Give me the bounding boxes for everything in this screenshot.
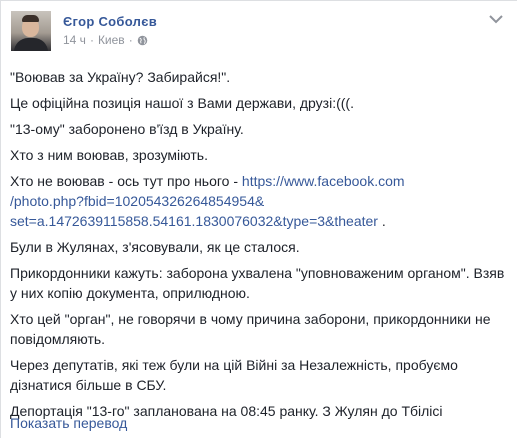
photo-link-line1[interactable]: https://www.facebook.com <box>242 173 405 189</box>
post-paragraph: Прикордонники кажуть: заборона ухвалена … <box>10 265 505 301</box>
globe-icon[interactable] <box>137 35 148 46</box>
post-meta: 14 ч · Киев · <box>63 33 148 47</box>
meta-separator-2: · <box>128 33 133 47</box>
author-name[interactable]: Єгор Соболєв <box>63 14 157 29</box>
link-suffix: . <box>377 213 386 229</box>
post-paragraph: Були в Жулянах, з'ясовували, як це стало… <box>10 239 300 255</box>
post-paragraph-link: Хто не воював - ось тут про нього - http… <box>10 171 510 231</box>
post-location[interactable]: Киев <box>98 33 125 47</box>
meta-separator: · <box>89 33 94 47</box>
post-paragraph: "13-ому" заборонено в'їзд в Україну. <box>10 121 244 137</box>
post-paragraph: Через депутатів, які теж були на цій Вій… <box>10 357 458 393</box>
post-card: Єгор Соболєв 14 ч · Киев · "Воював за Ук… <box>0 0 517 438</box>
post-timestamp[interactable]: 14 ч <box>63 33 86 47</box>
show-translation-link[interactable]: Показать перевод <box>10 415 127 431</box>
post-paragraph: "Воював за Україну? Забирайся!". <box>10 69 231 85</box>
photo-link-line3[interactable]: set=a.1472639115858.54161.1830076032&typ… <box>10 213 378 229</box>
post-paragraph: Це офіційна позиція нашої з Вами держави… <box>10 95 354 111</box>
photo-link-line2[interactable]: /photo.php?fbid=10205432626485495‌4& <box>10 193 264 209</box>
chevron-down-icon[interactable] <box>489 14 503 24</box>
avatar[interactable] <box>11 11 51 51</box>
post-paragraph: Хто цей "орган", не говорячи в чому прич… <box>10 311 491 347</box>
post-body: "Воював за Україну? Забирайся!". Це офіц… <box>10 67 510 427</box>
post-paragraph: Хто з ним воював, зрозуміють. <box>10 147 208 163</box>
link-prefix: Хто не воював - ось тут про нього - <box>10 173 242 189</box>
